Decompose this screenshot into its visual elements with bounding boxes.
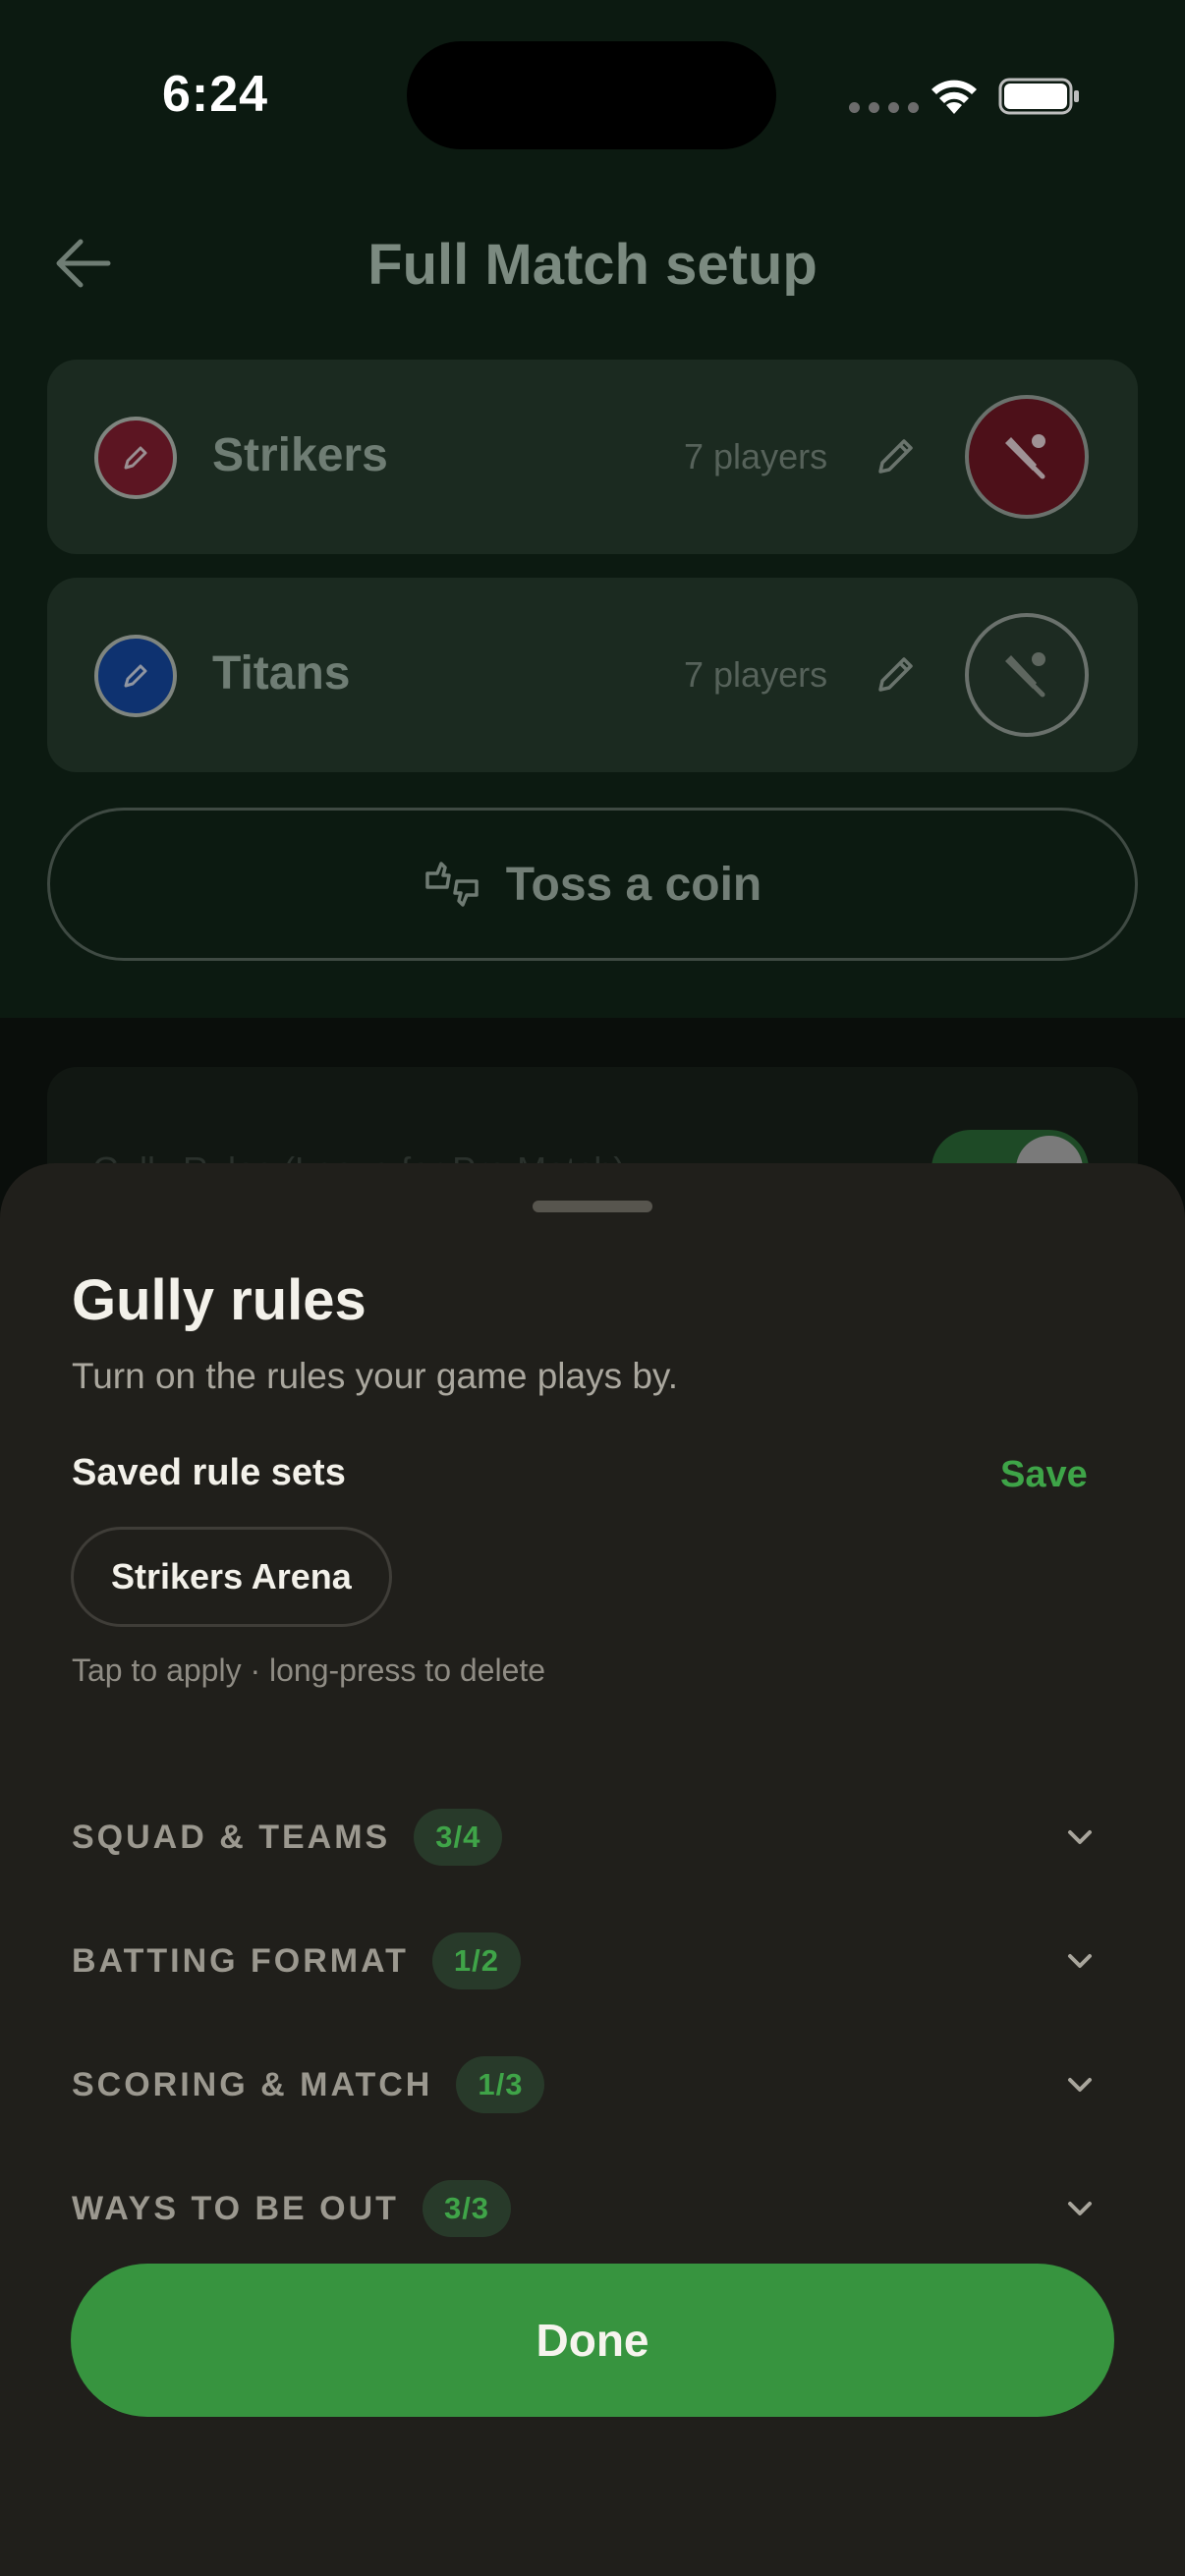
section-count-badge: 3/4 [414,1809,503,1866]
done-button[interactable]: Done [71,2264,1114,2417]
section-label: SQUAD & TEAMS [72,1818,391,1856]
save-rule-set-button[interactable]: Save [1000,1454,1088,1496]
section-label: BATTING FORMAT [72,1941,409,1980]
team-card-strikers[interactable]: Strikers 7 players [47,360,1138,554]
team-player-count: 7 players [684,436,828,476]
status-time: 6:24 [162,66,269,123]
team-color-swatch[interactable] [94,417,177,499]
chevron-down-icon [1068,2202,1092,2215]
page-title: Full Match setup [367,233,818,297]
pencil-icon [124,446,147,470]
section-label: SCORING & MATCH [72,2065,433,2103]
team-card-titans[interactable]: Titans 7 players [47,578,1138,772]
section-batting-format[interactable]: BATTING FORMAT 1/2 [72,1922,1113,2000]
section-count-badge: 3/3 [422,2180,512,2237]
batting-first-toggle[interactable] [965,613,1089,737]
dynamic-island [407,41,776,149]
team-player-count: 7 players [684,654,828,695]
chevron-down-icon [1068,1954,1092,1968]
sheet-subtitle: Turn on the rules your game plays by. [72,1356,678,1396]
section-scoring-match[interactable]: SCORING & MATCH 1/3 [72,2045,1113,2124]
edit-team-icon[interactable] [873,432,920,479]
cricket-bat-icon [1005,434,1045,479]
pencil-icon [124,664,147,688]
saved-rule-sets-label: Saved rule sets [72,1452,346,1493]
toss-coin-button[interactable]: Toss a coin [47,808,1138,961]
batting-first-toggle[interactable] [965,395,1089,519]
section-squad-teams[interactable]: SQUAD & TEAMS 3/4 [72,1798,1113,1876]
battery-icon [998,78,1079,115]
cricket-bat-icon [1005,652,1045,698]
team-name: Strikers [212,429,388,481]
status-bar: 6:24 [0,0,1185,187]
section-label: WAYS TO BE OUT [72,2189,399,2227]
toss-label: Toss a coin [505,858,762,911]
wifi-icon [931,80,977,114]
chevron-down-icon [1068,1830,1092,1844]
gully-rules-sheet: Gully rules Turn on the rules your game … [0,1163,1185,2576]
section-count-badge: 1/2 [431,1932,522,1989]
chevron-down-icon [1068,2078,1092,2092]
section-count-badge: 1/3 [456,2056,545,2113]
edit-team-icon[interactable] [873,650,920,698]
section-ways-to-be-out[interactable]: WAYS TO BE OUT 3/3 [72,2169,1113,2248]
rule-set-chip[interactable]: Strikers Arena [71,1527,392,1627]
team-name: Titans [212,647,351,700]
toss-hand-icon [424,862,479,907]
sheet-title: Gully rules [72,1268,367,1332]
rule-set-hint: Tap to apply · long-press to delete [72,1652,546,1688]
team-color-swatch[interactable] [94,635,177,717]
sheet-grabber[interactable] [533,1201,652,1212]
cellular-signal-icon [849,102,919,113]
